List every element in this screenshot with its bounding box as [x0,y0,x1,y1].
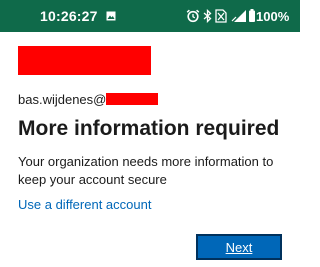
alarm-icon [186,9,200,23]
use-different-account-link[interactable]: Use a different account [18,197,151,212]
email-domain-redaction [106,93,159,105]
next-button[interactable]: Next [196,234,282,260]
account-identity: bas.wijdenes@ [18,91,159,107]
battery-icon [249,9,255,22]
status-bar: 10:26:27 100% [0,0,300,32]
account-username: bas.wijdenes@ [18,91,107,107]
status-time: 10:26:27 [40,8,98,24]
image-notification-icon [106,11,116,21]
signal-icon [231,10,246,22]
bluetooth-icon [203,9,212,23]
company-logo-redaction [18,46,151,75]
no-sim-icon [215,9,227,23]
page-description: Your organization needs more information… [18,154,274,187]
page-title: More information required [18,117,280,140]
battery-level: 100% [256,9,290,24]
